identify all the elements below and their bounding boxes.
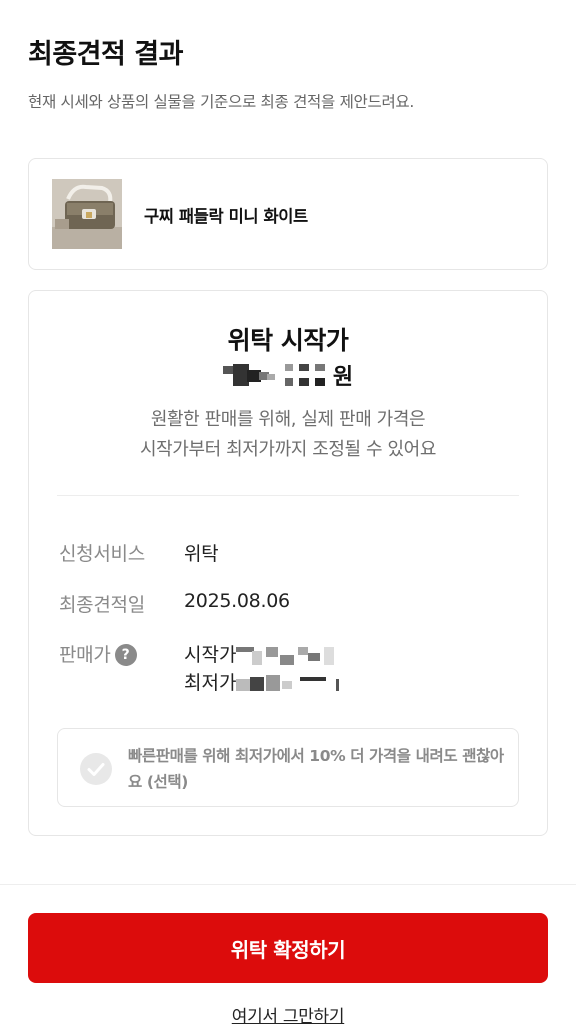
confirm-consignment-button[interactable]: 위탁 확정하기	[28, 913, 548, 983]
estimate-date-label: 최종견적일	[59, 594, 145, 616]
min-price-label: 최저가	[184, 672, 237, 694]
product-name: 구찌 패들락 미니 화이트	[144, 207, 308, 226]
discount-option[interactable]: 빠른판매를 위해 최저가에서 10% 더 가격을 내려도 괜찮아요 (선택)	[57, 728, 519, 807]
start-price-label: 시작가	[184, 644, 237, 666]
blurred-start-price	[236, 645, 344, 667]
page-subtitle: 현재 시세와 상품의 실물을 기준으로 최종 견적을 제안드려요.	[28, 93, 415, 111]
service-value: 위탁	[184, 543, 219, 565]
divider	[57, 495, 519, 496]
min-price-row: 최저가	[184, 668, 344, 695]
estimate-price: 원	[29, 359, 547, 390]
service-label: 신청서비스	[59, 543, 145, 565]
product-thumbnail	[52, 179, 122, 249]
question-icon[interactable]: ?	[114, 644, 137, 666]
discount-option-text: 빠른판매를 위해 최저가에서 10% 더 가격을 내려도 괜찮아요 (선택)	[128, 747, 504, 791]
notice-line-1: 원활한 판매를 위해, 실제 판매 가격은	[150, 409, 426, 430]
blurred-min-price	[236, 673, 344, 695]
estimate-card: 위탁 시작가 원 원활한 판매를 위해, 실제 판매 가격은 시작가부터 최저가…	[28, 290, 548, 836]
estimate-notice: 원활한 판매를 위해, 실제 판매 가격은 시작가부터 최저가까지 조정될 수 …	[29, 405, 547, 465]
bottom-divider	[0, 884, 576, 885]
price-unit: 원	[332, 365, 354, 390]
estimate-heading: 위탁 시작가	[227, 326, 349, 355]
product-card[interactable]: 구찌 패들락 미니 화이트	[28, 158, 548, 270]
start-price-row: 시작가	[184, 640, 344, 667]
page-title: 최종견적 결과	[28, 39, 183, 70]
sale-price-label-group: 판매가?	[59, 640, 137, 667]
check-circle-icon[interactable]	[80, 753, 112, 785]
quit-link[interactable]: 여기서 그만하기	[0, 1002, 576, 1024]
notice-line-2: 시작가부터 최저가까지 조정될 수 있어요	[139, 439, 436, 460]
estimate-date-value: 2025.08.06	[184, 590, 290, 612]
blurred-price-amount	[222, 362, 331, 388]
sale-price-label: 판매가	[59, 644, 111, 666]
